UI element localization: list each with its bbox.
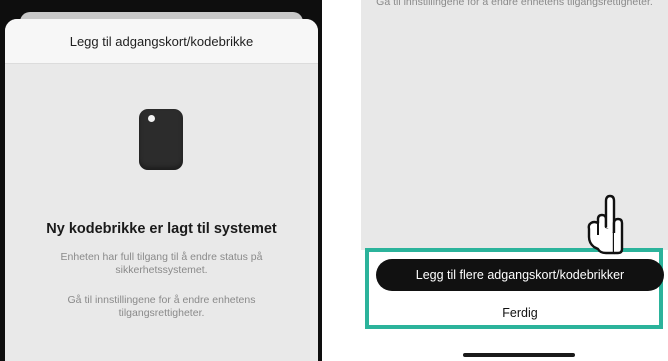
add-device-sheet: Legg til adgangskort/kodebrikke Ny kodeb… bbox=[5, 19, 318, 361]
settings-description: Gå til innstillingene for å endre enhete… bbox=[67, 294, 256, 319]
done-button[interactable]: Ferdig bbox=[376, 300, 664, 326]
keyring-hole bbox=[148, 115, 155, 122]
hand-pointer-icon bbox=[587, 194, 624, 255]
success-headline: Ny kodebrikke er lagt til systemet bbox=[46, 221, 277, 237]
home-indicator bbox=[463, 353, 575, 357]
add-more-cards-button[interactable]: Legg til flere adgangskort/kodebrikker bbox=[376, 259, 664, 291]
left-phone-screen: Legg til adgangskort/kodebrikke Ny kodeb… bbox=[0, 0, 322, 361]
access-description: Enheten har full tilgang til å endre sta… bbox=[60, 251, 263, 276]
settings-description: Gå til innstillingene for å endre enhete… bbox=[376, 0, 653, 8]
keyfob-tag-icon bbox=[139, 109, 183, 170]
sheet-title: Legg til adgangskort/kodebrikke bbox=[5, 19, 318, 64]
